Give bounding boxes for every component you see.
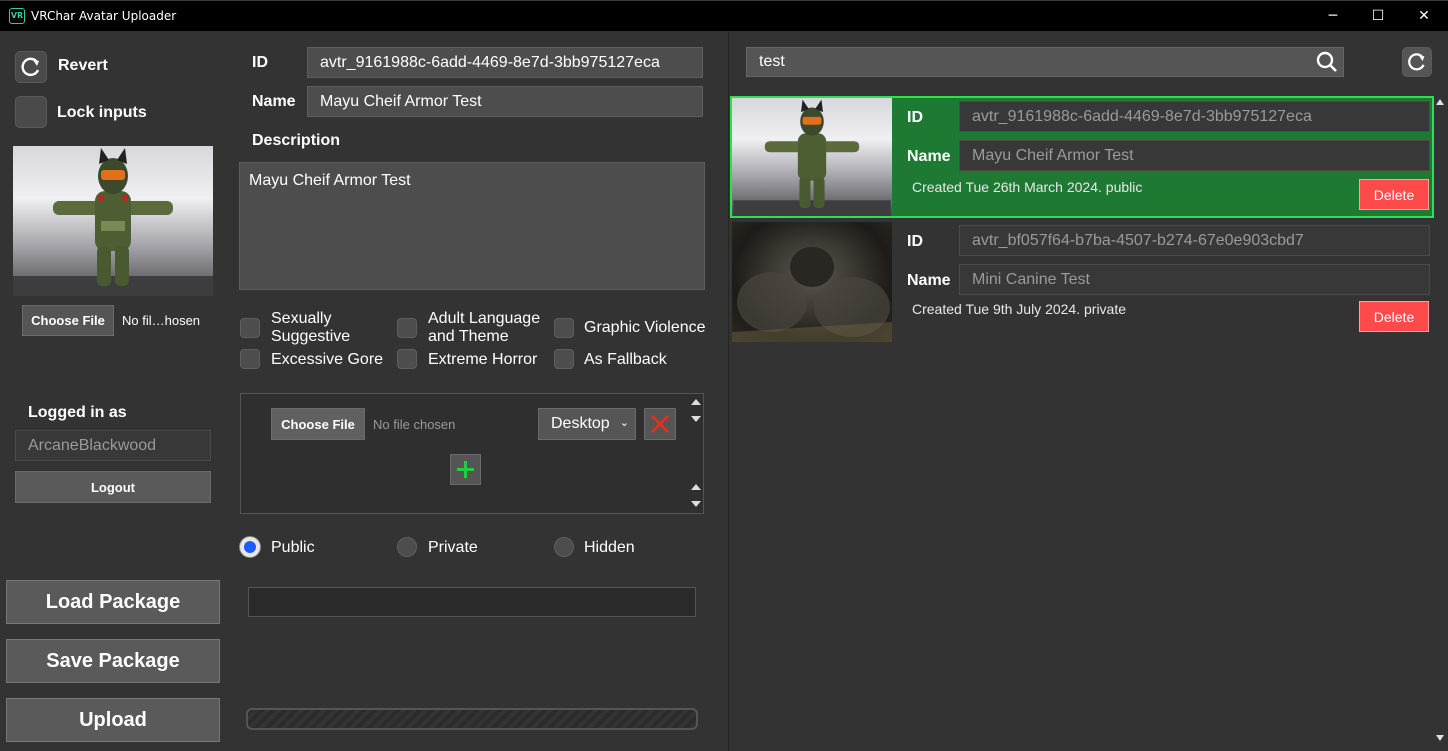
package-file-status: No file chosen xyxy=(373,417,456,432)
visibility-public-label: Public xyxy=(271,539,315,556)
card-created-text: Created Tue 26th March 2024. public xyxy=(912,179,1143,195)
id-label: ID xyxy=(252,54,268,71)
excessive-gore-label: Excessive Gore xyxy=(271,351,384,368)
lock-inputs-label: Lock inputs xyxy=(57,104,147,121)
graphic-violence-label: Graphic Violence xyxy=(584,319,706,336)
refresh-list-button[interactable] xyxy=(1402,47,1432,77)
description-textarea[interactable]: Mayu Cheif Armor Test xyxy=(239,162,705,290)
card-id-label: ID xyxy=(907,109,923,126)
card-delete-button[interactable]: Delete xyxy=(1359,301,1429,332)
avatar-card[interactable]: ID avtr_bf057f64-b7ba-4507-b274-67e0e903… xyxy=(730,220,1434,342)
visibility-hidden-label: Hidden xyxy=(584,539,635,556)
chevron-down-icon: ⌄ xyxy=(619,417,629,429)
platform-select[interactable]: Desktop ⌄ xyxy=(538,408,636,440)
window-title: VRChar Avatar Uploader xyxy=(31,9,177,23)
maximize-button[interactable]: ☐ xyxy=(1355,1,1401,32)
choose-package-file-button[interactable]: Choose File xyxy=(271,408,365,440)
avatar-id-field[interactable]: avtr_9161988c-6add-4469-8e7d-3bb975127ec… xyxy=(307,47,703,78)
search-icon[interactable] xyxy=(1315,50,1339,74)
graphic-violence-checkbox[interactable] xyxy=(554,318,574,338)
adult-language-label: Adult Language and Theme xyxy=(428,310,541,345)
card-name-label: Name xyxy=(907,148,951,165)
load-package-button[interactable]: Load Package xyxy=(6,580,220,624)
as-fallback-checkbox[interactable] xyxy=(554,349,574,369)
package-list: Choose File No file chosen Desktop ⌄ xyxy=(240,393,704,514)
status-output-field xyxy=(248,587,696,617)
avatar-editor-panel: Revert Lock inputs Choose File No fil…ho… xyxy=(0,31,728,751)
logout-button[interactable]: Logout xyxy=(15,471,211,503)
visibility-public-radio[interactable] xyxy=(240,537,260,557)
revert-label: Revert xyxy=(58,57,108,74)
platform-select-value: Desktop xyxy=(551,415,610,432)
package-scroll-up-arrow[interactable] xyxy=(691,399,701,405)
avatar-card-thumbnail xyxy=(732,222,892,342)
card-id-field: avtr_9161988c-6add-4469-8e7d-3bb975127ec… xyxy=(959,101,1430,132)
remove-package-button[interactable] xyxy=(644,408,676,440)
avatar-card-selected[interactable]: ID avtr_9161988c-6add-4469-8e7d-3bb97512… xyxy=(730,96,1434,218)
image-file-status: No fil…hosen xyxy=(122,313,201,328)
revert-button[interactable] xyxy=(15,51,47,83)
sexually-suggestive-label: Sexually Suggestive xyxy=(271,310,351,345)
lock-inputs-checkbox[interactable] xyxy=(15,96,47,128)
close-icon xyxy=(650,414,670,434)
package-scroll-down-arrow[interactable] xyxy=(691,416,701,422)
add-package-button[interactable] xyxy=(450,454,481,485)
card-created-text: Created Tue 9th July 2024. private xyxy=(912,301,1127,317)
extreme-horror-label: Extreme Horror xyxy=(428,351,538,368)
search-input[interactable]: test xyxy=(746,47,1344,77)
avatar-name-field[interactable]: Mayu Cheif Armor Test xyxy=(307,86,703,117)
avatar-card-thumbnail xyxy=(732,98,892,216)
app-logo-icon: VR xyxy=(9,8,25,24)
extreme-horror-checkbox[interactable] xyxy=(397,349,417,369)
name-label: Name xyxy=(252,93,296,110)
card-name-field: Mini Canine Test xyxy=(959,264,1430,295)
avatar-preview-image xyxy=(13,146,213,296)
refresh-icon xyxy=(1408,53,1425,71)
list-scroll-down-arrow[interactable] xyxy=(1436,735,1444,741)
excessive-gore-checkbox[interactable] xyxy=(240,349,260,369)
card-id-label: ID xyxy=(907,233,923,250)
upload-progress-bar xyxy=(246,708,698,730)
card-id-field: avtr_bf057f64-b7ba-4507-b274-67e0e903cbd… xyxy=(959,225,1430,256)
list-scroll-up-arrow[interactable] xyxy=(1436,99,1444,105)
package-scroll-up-arrow-lower[interactable] xyxy=(691,484,701,490)
logged-in-label: Logged in as xyxy=(28,404,127,421)
visibility-private-radio[interactable] xyxy=(397,537,417,557)
sexually-suggestive-checkbox[interactable] xyxy=(240,318,260,338)
choose-image-file-button[interactable]: Choose File xyxy=(22,305,114,336)
username-field: ArcaneBlackwood xyxy=(15,430,211,461)
avatar-list-panel: test ID avtr_9161988c-6add-4469-8e7d-3bb… xyxy=(728,31,1448,751)
plus-icon xyxy=(457,461,474,478)
save-package-button[interactable]: Save Package xyxy=(6,639,220,683)
visibility-hidden-radio[interactable] xyxy=(554,537,574,557)
title-bar: VR VRChar Avatar Uploader ─ ☐ ✕ xyxy=(0,0,1448,31)
visibility-private-label: Private xyxy=(428,539,478,556)
minimize-button[interactable]: ─ xyxy=(1310,1,1356,32)
card-name-field: Mayu Cheif Armor Test xyxy=(959,140,1430,171)
as-fallback-label: As Fallback xyxy=(584,351,667,368)
upload-button[interactable]: Upload xyxy=(6,698,220,742)
adult-language-checkbox[interactable] xyxy=(397,318,417,338)
description-label: Description xyxy=(252,132,341,149)
card-name-label: Name xyxy=(907,272,951,289)
close-button[interactable]: ✕ xyxy=(1401,1,1447,32)
revert-icon xyxy=(21,57,40,77)
package-scroll-down-arrow-lower[interactable] xyxy=(691,501,701,507)
card-delete-button[interactable]: Delete xyxy=(1359,179,1429,210)
